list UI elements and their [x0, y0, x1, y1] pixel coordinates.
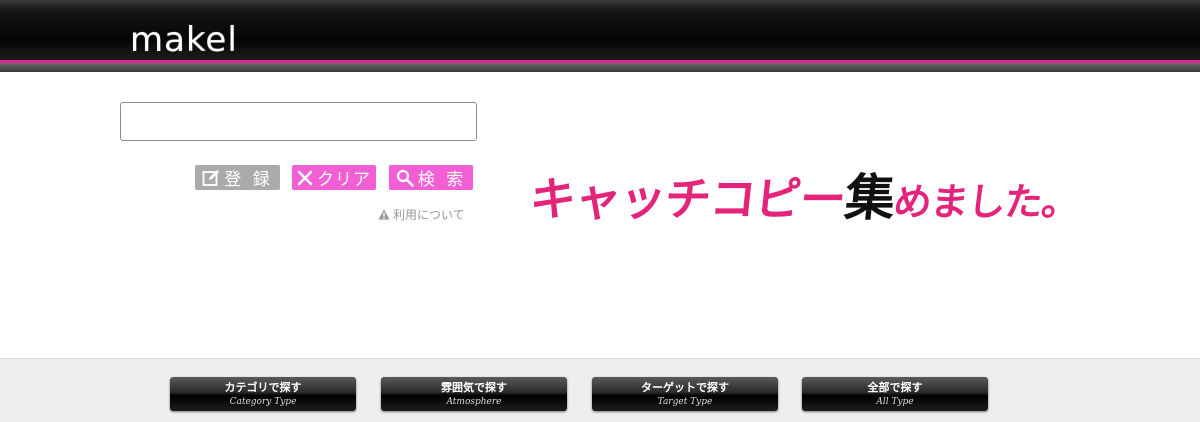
main-content: 登 録 クリア 検 索 利用について キャッチコピー集めました。 [0, 72, 1200, 358]
warning-icon [378, 209, 390, 220]
header-divider [0, 63, 1200, 72]
nav-category-button[interactable]: カテゴリで探す Category Type [170, 377, 356, 411]
search-button[interactable]: 検 索 [389, 165, 473, 190]
nav-target-label: ターゲットで探す [641, 381, 729, 394]
nav-target-sub: Target Type [657, 397, 713, 407]
tagline-part3: めました。 [891, 179, 1082, 224]
nav-all-label: 全部で探す [867, 381, 923, 394]
usage-info-label: 利用について [393, 208, 465, 222]
close-icon [297, 170, 313, 185]
nav-target-button[interactable]: ターゲットで探す Target Type [592, 377, 778, 411]
nav-all-sub: All Type [876, 397, 914, 407]
header-bar: makel [0, 0, 1200, 72]
nav-atmosphere-button[interactable]: 雰囲気で探す Atmosphere [381, 377, 567, 411]
tagline-part1: キャッチコピー [527, 172, 848, 226]
clear-button-label: クリア [317, 170, 371, 190]
register-button-label: 登 録 [224, 170, 273, 190]
edit-icon [202, 169, 220, 186]
usage-info-link[interactable]: 利用について [378, 206, 465, 223]
clear-button[interactable]: クリア [292, 165, 376, 190]
nav-category-sub: Category Type [229, 397, 297, 407]
site-tagline: キャッチコピー集めました。 [527, 168, 1094, 232]
tagline-part2: 集 [842, 168, 898, 227]
nav-atmosphere-sub: Atmosphere [446, 397, 502, 407]
register-button[interactable]: 登 録 [195, 165, 280, 190]
nav-atmosphere-label: 雰囲気で探す [441, 381, 507, 394]
search-icon [396, 169, 414, 187]
site-logo[interactable]: makel [130, 20, 238, 60]
search-input[interactable] [120, 102, 477, 141]
nav-category-label: カテゴリで探す [224, 381, 302, 394]
search-button-label: 検 索 [417, 170, 467, 190]
footer-nav: カテゴリで探す Category Type 雰囲気で探す Atmosphere … [0, 358, 1200, 422]
nav-all-button[interactable]: 全部で探す All Type [802, 377, 988, 411]
